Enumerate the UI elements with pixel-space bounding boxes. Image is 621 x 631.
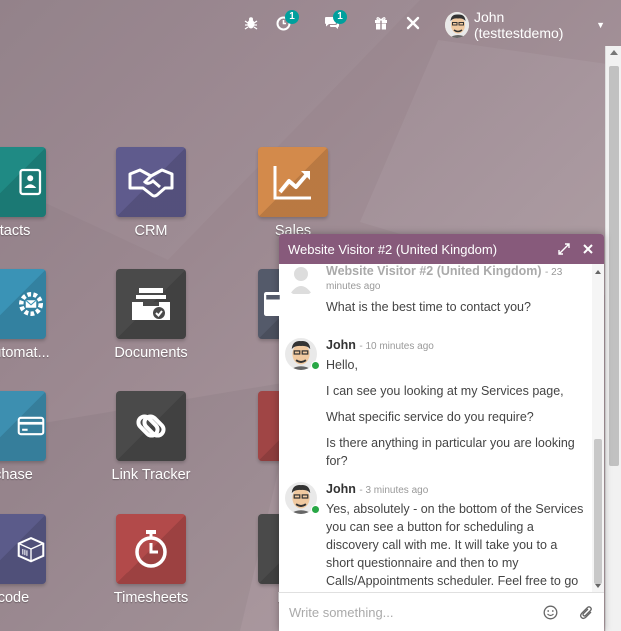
app-label: CRM: [134, 223, 168, 239]
app-label: rchase: [0, 467, 33, 483]
emoji-icon[interactable]: [542, 604, 558, 620]
chat-scrollbar[interactable]: [592, 264, 604, 592]
chat-scrollbar-thumb[interactable]: [594, 439, 602, 584]
contacts-app-icon: [0, 147, 46, 217]
scroll-up-arrow-icon[interactable]: [595, 270, 601, 274]
chat-header[interactable]: Website Visitor #2 (United Kingdom): [279, 234, 604, 264]
user-menu[interactable]: John (testtestdemo) ▼: [445, 9, 605, 41]
activity-button[interactable]: 1: [276, 10, 299, 34]
chat-thread[interactable]: Website Visitor #2 (United Kingdom) - 23…: [279, 264, 604, 592]
user-name: John (testtestdemo): [473, 9, 564, 41]
link-icon: [116, 391, 186, 461]
messages-button[interactable]: 1: [324, 10, 347, 34]
app-label: Timesheets: [113, 590, 189, 606]
top-navbar: 1 1 John (testtestdemo) ▼: [0, 0, 605, 46]
message-input[interactable]: [289, 604, 522, 620]
app-link-tracker[interactable]: Link Tracker: [81, 391, 221, 483]
message-text: I can see you looking at my Services pag…: [326, 384, 564, 398]
app-crm[interactable]: CRM: [81, 147, 221, 239]
page-scrollbar[interactable]: [605, 46, 621, 631]
chat-title: Website Visitor #2 (United Kingdom): [288, 241, 498, 257]
scrollbar-thumb[interactable]: [609, 66, 619, 466]
livechat-window: Website Visitor #2 (United Kingdom) Webs…: [279, 234, 604, 631]
activity-badge: 1: [285, 10, 299, 24]
stopwatch-icon: [116, 514, 186, 584]
close-icon[interactable]: [581, 242, 595, 256]
app-marketing-automation[interactable]: g Automat...: [0, 269, 81, 361]
app-purchase[interactable]: rchase: [0, 391, 81, 483]
debug-bug-icon[interactable]: [244, 12, 258, 34]
app-label: g Automat...: [0, 345, 50, 361]
message-text: What is the best time to contact you?: [326, 300, 531, 314]
message-author: John: [326, 482, 356, 496]
app-label: ntacts: [0, 223, 31, 239]
app-label: Link Tracker: [111, 467, 191, 483]
message-time: - 10 minutes ago: [359, 341, 434, 352]
message-text: Hello,: [326, 358, 358, 372]
app-barcode[interactable]: rcode: [0, 514, 81, 606]
scroll-up-arrow-icon[interactable]: [610, 50, 618, 55]
message-author: Website Visitor #2 (United Kingdom): [326, 264, 542, 278]
app-contacts[interactable]: ntacts: [0, 147, 81, 239]
gear-envelope-icon: [0, 269, 46, 339]
box-barcode-icon: [0, 514, 46, 584]
message-author: John: [326, 338, 356, 352]
message-time: - 3 minutes ago: [359, 485, 429, 496]
visitor-avatar: [285, 264, 317, 296]
app-timesheets[interactable]: Timesheets: [81, 514, 221, 606]
app-label: Documents: [114, 345, 188, 361]
message-text: Is there anything in particular you are …: [326, 436, 575, 468]
inbox-check-icon: [116, 269, 186, 339]
app-sales[interactable]: Sales: [223, 147, 363, 239]
chart-line-icon: [258, 147, 328, 217]
caret-down-icon: ▼: [596, 20, 605, 30]
tools-icon[interactable]: [406, 12, 420, 34]
expand-icon[interactable]: [557, 242, 571, 256]
handshake-icon: [116, 147, 186, 217]
online-status-icon: [311, 505, 320, 514]
chat-composer: [279, 592, 604, 631]
gift-icon[interactable]: [374, 12, 388, 34]
app-label: rcode: [0, 590, 30, 606]
scroll-down-arrow-icon[interactable]: [595, 584, 601, 588]
online-status-icon: [311, 361, 320, 370]
message-text: Yes, absolutely - on the bottom of the S…: [326, 502, 584, 588]
paperclip-icon[interactable]: [578, 604, 594, 620]
message-text: What specific service do you require?: [326, 410, 534, 424]
credit-card-icon: [0, 391, 46, 461]
messages-badge: 1: [333, 10, 347, 24]
user-avatar: [445, 12, 469, 38]
app-documents[interactable]: Documents: [81, 269, 221, 361]
